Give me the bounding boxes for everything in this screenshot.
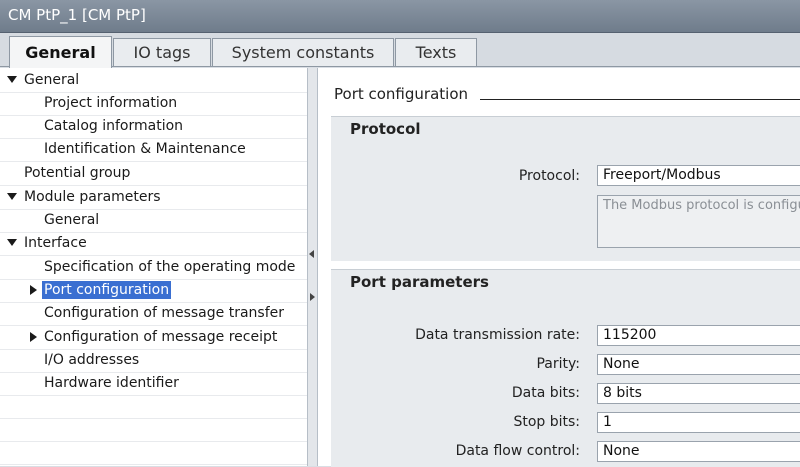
tree-item-label: Hardware identifier [44,375,179,391]
expand-right-icon[interactable] [310,293,315,301]
tab-general[interactable]: General [9,36,112,68]
parity-label: Parity: [536,356,580,372]
tree-item-label: Configuration of message transfer [44,305,284,321]
section-heading: Port configuration [334,85,469,103]
tree-item-module-general[interactable]: General [0,209,307,233]
data-transmission-rate-dropdown[interactable]: 115200 [597,325,800,346]
tree-item-label: Identification & Maintenance [44,141,246,157]
data-flow-control-dropdown[interactable]: None [597,441,800,462]
tab-system-constants[interactable]: System constants [212,38,394,66]
tree-empty-row [0,441,307,465]
tree-item-label: Potential group [24,165,131,181]
window-titlebar: CM PtP_1 [CM PtP] [0,0,800,33]
data-bits-dropdown[interactable]: 8 bits [597,383,800,404]
port-parameters-title: Port parameters [350,273,489,291]
protocol-section-title: Protocol [350,120,421,138]
protocol-dropdown[interactable]: Freeport/Modbus [597,165,800,186]
pane-splitter[interactable] [308,68,318,466]
tree-item-general[interactable]: General [0,69,307,93]
tree-item-label: I/O addresses [44,352,140,368]
collapse-arrow-icon[interactable] [7,239,17,246]
tab-io-tags[interactable]: IO tags [113,38,211,66]
tree-item-message-receipt[interactable]: Configuration of message receipt [0,326,307,350]
heading-divider [480,99,800,100]
port-parameters-section: Port parameters Data transmission rate: … [331,269,800,467]
tree-item-catalog-information[interactable]: Catalog information [0,115,307,139]
expand-arrow-icon[interactable] [30,332,37,342]
tree-item-label: Project information [44,95,178,111]
data-bits-label: Data bits: [511,385,580,401]
collapse-arrow-icon[interactable] [7,76,17,83]
tree-item-project-information[interactable]: Project information [0,92,307,116]
tree-item-label: Catalog information [44,118,184,134]
parity-dropdown[interactable]: None [597,354,800,375]
tree-item-label: Module parameters [24,189,161,205]
stop-bits-dropdown[interactable]: 1 [597,412,800,433]
data-transmission-rate-label: Data transmission rate: [415,327,580,343]
tree-item-label: General [44,212,100,228]
tab-texts[interactable]: Texts [395,38,477,66]
properties-content: Port configuration Protocol Protocol: Fr… [318,68,800,467]
tree-item-message-transfer[interactable]: Configuration of message transfer [0,302,307,326]
tree-item-label: Specification of the operating mode [44,259,296,275]
tree-item-label: Interface [24,235,87,251]
tree-item-label: Port configuration [42,281,172,299]
tree-item-label: General [24,72,80,88]
tree-empty-row [0,395,307,419]
protocol-label: Protocol: [518,168,580,184]
tree-empty-row [0,418,307,442]
tab-strip: General IO tags System constants Texts [0,33,800,68]
tree-item-label: Configuration of message receipt [44,329,278,345]
collapse-arrow-icon[interactable] [7,193,17,200]
tree-item-port-configuration[interactable]: Port configuration [0,279,307,303]
tree-item-identification-maintenance[interactable]: Identification & Maintenance [0,138,307,162]
protocol-section: Protocol Protocol: Freeport/Modbus The M… [331,116,800,261]
navigation-tree: General Project information Catalog info… [0,68,308,466]
tree-item-module-parameters[interactable]: Module parameters [0,186,307,210]
data-flow-control-label: Data flow control: [455,443,580,459]
tree-item-operating-mode[interactable]: Specification of the operating mode [0,256,307,280]
window-title: CM PtP_1 [CM PtP] [8,6,146,24]
tree-item-potential-group[interactable]: Potential group [0,162,307,186]
expand-arrow-icon[interactable] [30,285,37,295]
tree-item-interface[interactable]: Interface [0,232,307,256]
protocol-description: The Modbus protocol is configu [597,195,800,248]
stop-bits-label: Stop bits: [513,414,580,430]
tree-item-io-addresses[interactable]: I/O addresses [0,349,307,373]
tree-item-hardware-identifier[interactable]: Hardware identifier [0,372,307,396]
collapse-left-icon[interactable] [309,250,314,258]
